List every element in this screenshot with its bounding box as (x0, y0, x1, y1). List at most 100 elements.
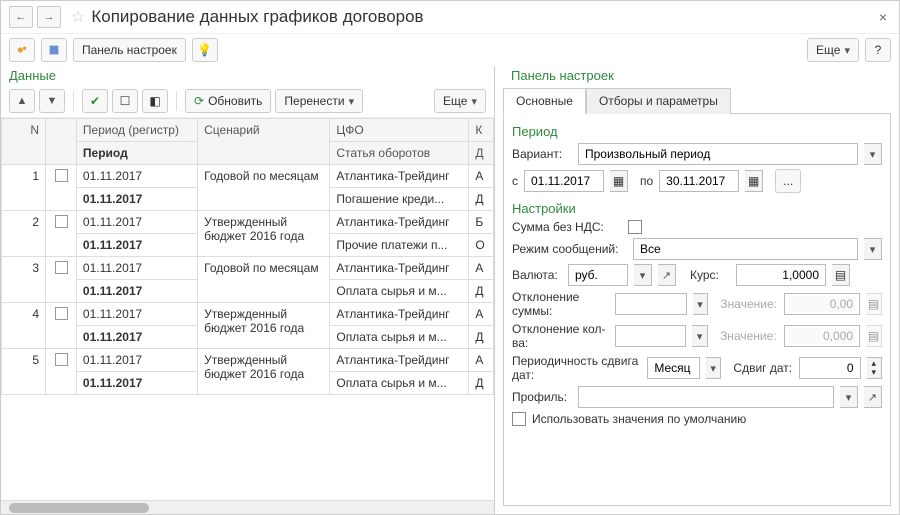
cell-check[interactable] (46, 303, 77, 349)
sum-wo-vat-checkbox[interactable] (628, 220, 642, 234)
dev-sum-field[interactable] (615, 293, 686, 315)
profile-dropdown[interactable]: ▾ (840, 386, 858, 408)
table-row[interactable]: 101.11.2017Годовой по месяцамАтлантика-Т… (2, 165, 494, 188)
profile-input[interactable] (583, 389, 829, 405)
more-button-grid[interactable]: Еще▾ (434, 89, 486, 113)
data-table[interactable]: N Период (регистр) Сценарий ЦФО К Период… (1, 118, 494, 395)
save-icon (47, 43, 61, 57)
to-date-input[interactable] (664, 173, 734, 189)
scrollbar-thumb[interactable] (9, 503, 149, 513)
col-d[interactable]: Д (469, 142, 494, 165)
dev-sum-input[interactable] (620, 296, 681, 312)
period-dots-button[interactable]: ... (775, 169, 801, 193)
cell-check[interactable] (46, 349, 77, 395)
help-button[interactable]: ? (865, 38, 891, 62)
col-scenario[interactable]: Сценарий (198, 119, 330, 165)
cell-k: А (469, 257, 494, 280)
currency-label: Валюта: (512, 268, 562, 282)
cell-cfo: Атлантика-Трейдинг (330, 211, 469, 234)
tab-main[interactable]: Основные (503, 88, 586, 114)
from-date-field[interactable] (524, 170, 604, 192)
from-date-picker[interactable]: ▦ (610, 170, 628, 192)
to-date-picker[interactable]: ▦ (745, 170, 763, 192)
rate-field[interactable] (736, 264, 826, 286)
period-shift-dropdown[interactable]: ▾ (706, 357, 721, 379)
cell-n: 2 (2, 211, 46, 257)
cell-check[interactable] (46, 165, 77, 211)
dev-qty-field[interactable] (615, 325, 687, 347)
col-turnover[interactable]: Статья оборотов (330, 142, 469, 165)
hint-button[interactable]: 💡 (192, 38, 218, 62)
check-all-button[interactable]: ✔ (82, 89, 108, 113)
toolbar-action-2[interactable] (41, 38, 67, 62)
currency-dropdown[interactable]: ▾ (634, 264, 652, 286)
forward-button[interactable]: → (37, 6, 61, 28)
currency-field[interactable] (568, 264, 628, 286)
currency-open[interactable]: ↗ (658, 264, 676, 286)
cell-check[interactable] (46, 257, 77, 303)
shift-input[interactable] (804, 360, 855, 376)
msg-mode-field[interactable] (633, 238, 858, 260)
back-button[interactable]: ← (9, 6, 33, 28)
rate-calc[interactable]: ▤ (832, 264, 850, 286)
value2-field (784, 325, 860, 347)
calendar-icon: ▦ (613, 174, 624, 188)
col-cfo[interactable]: ЦФО (330, 119, 469, 142)
favorite-star-icon[interactable]: ☆ (71, 7, 85, 27)
shift-field[interactable] (799, 357, 860, 379)
col-k[interactable]: К (469, 119, 494, 142)
profile-open[interactable]: ↗ (864, 386, 882, 408)
variant-dropdown[interactable]: ▾ (864, 143, 882, 165)
table-row[interactable]: 201.11.2017Утвержденный бюджет 2016 года… (2, 211, 494, 234)
window-title: Копирование данных графиков договоров (91, 7, 874, 27)
period-shift-input[interactable] (652, 360, 695, 376)
horizontal-scrollbar[interactable] (1, 500, 494, 514)
shift-label: Сдвиг дат: (733, 361, 793, 375)
variant-input[interactable] (583, 146, 853, 162)
cell-d: Д (469, 188, 494, 211)
profile-field[interactable] (578, 386, 834, 408)
period-group-title: Период (512, 124, 882, 139)
rate-input[interactable] (741, 267, 821, 283)
empty-box-icon: ☐ (120, 94, 131, 108)
col-n[interactable]: N (2, 119, 46, 165)
more-grid-label: Еще (443, 94, 467, 108)
check-icon: ✔ (90, 94, 100, 108)
dev-qty-label: Отклонение кол-ва: (512, 322, 609, 350)
open-icon: ↗ (662, 269, 671, 282)
col-period[interactable]: Период (76, 142, 197, 165)
msg-mode-input[interactable] (638, 241, 853, 257)
use-defaults-checkbox[interactable] (512, 412, 526, 426)
invert-check-button[interactable]: ◧ (142, 89, 168, 113)
dev-sum-label: Отклонение суммы: (512, 290, 609, 318)
uncheck-all-button[interactable]: ☐ (112, 89, 138, 113)
period-shift-field[interactable] (647, 357, 700, 379)
currency-input[interactable] (573, 267, 623, 283)
dev-sum-dropdown[interactable]: ▾ (693, 293, 709, 315)
refresh-button[interactable]: ⟳ Обновить (185, 89, 271, 113)
dev-qty-dropdown[interactable]: ▾ (692, 325, 708, 347)
msg-mode-dropdown[interactable]: ▾ (864, 238, 882, 260)
cell-scenario: Утвержденный бюджет 2016 года (198, 303, 330, 349)
spinner-icon: ▴▾ (872, 359, 877, 377)
panel-settings-button[interactable]: Панель настроек (73, 38, 186, 62)
tab-filters[interactable]: Отборы и параметры (586, 88, 731, 114)
col-check[interactable] (46, 119, 77, 165)
transfer-button[interactable]: Перенести ▾ (275, 89, 363, 113)
table-row[interactable]: 301.11.2017Годовой по месяцамАтлантика-Т… (2, 257, 494, 280)
dev-qty-input[interactable] (620, 328, 682, 344)
to-date-field[interactable] (659, 170, 739, 192)
table-row[interactable]: 401.11.2017Утвержденный бюджет 2016 года… (2, 303, 494, 326)
cell-k: А (469, 303, 494, 326)
table-row[interactable]: 501.11.2017Утвержденный бюджет 2016 года… (2, 349, 494, 372)
move-down-button[interactable]: ▼ (39, 89, 65, 113)
more-button-top[interactable]: Еще ▾ (807, 38, 859, 62)
from-date-input[interactable] (529, 173, 599, 189)
close-button[interactable]: × (875, 5, 891, 29)
col-period-reg[interactable]: Период (регистр) (76, 119, 197, 142)
variant-field[interactable] (578, 143, 858, 165)
cell-check[interactable] (46, 211, 77, 257)
shift-spinner[interactable]: ▴▾ (867, 357, 882, 379)
move-up-button[interactable]: ▲ (9, 89, 35, 113)
toolbar-action-1[interactable] (9, 38, 35, 62)
